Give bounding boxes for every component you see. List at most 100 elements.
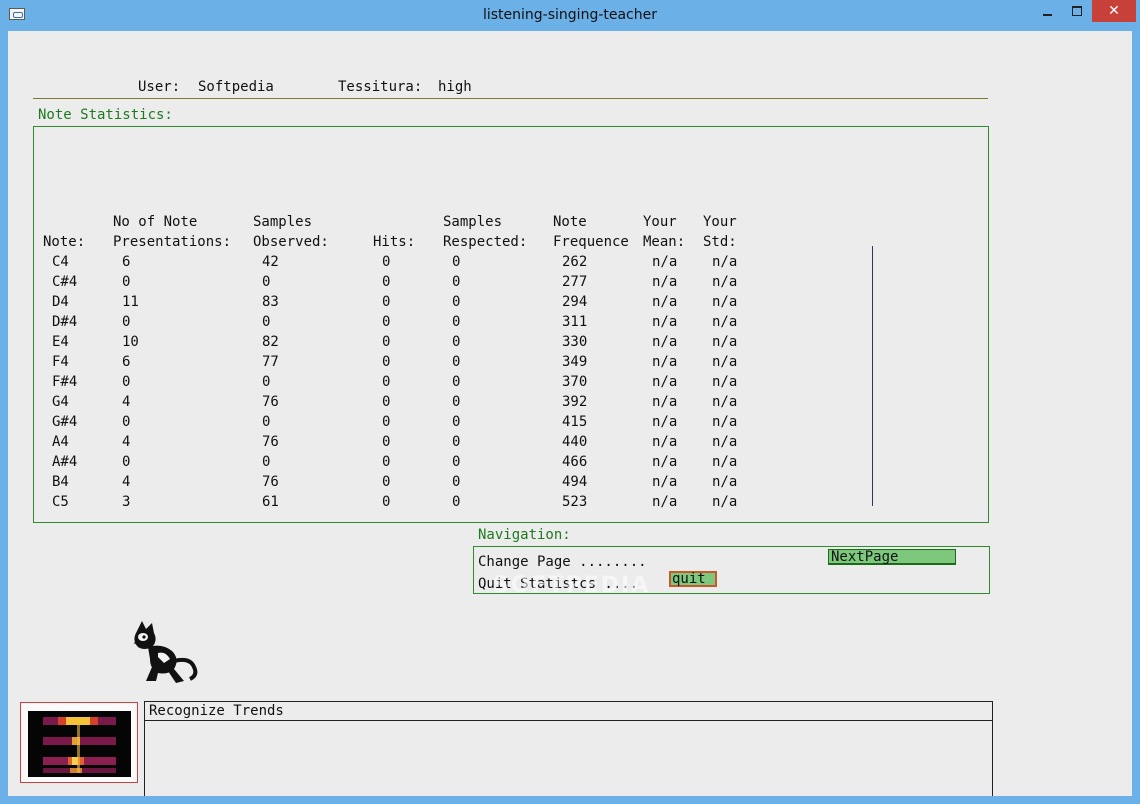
row-11-respected-cell: 0 (452, 474, 461, 490)
row-6-hits-cell: 0 (382, 374, 391, 390)
row-6-presentations-cell: 0 (122, 374, 131, 390)
row-9-mean-cell: n/a (652, 434, 678, 450)
row-0-std-cell: n/a (712, 254, 738, 270)
row-8-frequence-cell: 415 (562, 414, 588, 430)
row-6-note-cell: F#4 (52, 374, 78, 390)
row-6-mean-cell: n/a (652, 374, 678, 390)
watermark: SOFTPEDIA (493, 573, 651, 598)
row-12-presentations-cell: 3 (122, 494, 131, 510)
note-statistics-panel (33, 126, 989, 523)
row-2-respected-cell: 0 (452, 294, 461, 310)
row-9-std-cell: n/a (712, 434, 738, 450)
row-4-frequence-cell: 330 (562, 334, 588, 350)
row-9-hits-cell: 0 (382, 434, 391, 450)
quit-button[interactable]: quit (669, 571, 717, 587)
row-0-mean-cell: n/a (652, 254, 678, 270)
row-6-frequence-cell: 370 (562, 374, 588, 390)
header-top-std: Your (703, 214, 737, 230)
row-2-note-cell: D4 (52, 294, 69, 310)
row-5-respected-cell: 0 (452, 354, 461, 370)
recognize-trends-title: Recognize Trends (149, 703, 284, 719)
row-3-respected-cell: 0 (452, 314, 461, 330)
row-5-mean-cell: n/a (652, 354, 678, 370)
user-value: Softpedia (198, 79, 274, 95)
row-2-observed-cell: 83 (262, 294, 279, 310)
tessitura-label: Tessitura: (338, 79, 423, 95)
row-2-presentations-cell: 11 (122, 294, 139, 310)
header-presentations: Presentations: (113, 234, 232, 250)
tessitura-value: high (438, 79, 472, 95)
row-3-note-cell: D#4 (52, 314, 78, 330)
row-0-hits-cell: 0 (382, 254, 391, 270)
row-8-mean-cell: n/a (652, 414, 678, 430)
header-divider (33, 98, 988, 99)
row-10-observed-cell: 0 (262, 454, 271, 470)
navigation-title: Navigation: (478, 527, 571, 543)
row-10-presentations-cell: 0 (122, 454, 131, 470)
maximize-button[interactable] (1062, 0, 1092, 22)
row-0-respected-cell: 0 (452, 254, 461, 270)
row-7-mean-cell: n/a (652, 394, 678, 410)
row-11-hits-cell: 0 (382, 474, 391, 490)
row-1-note-cell: C#4 (52, 274, 78, 290)
row-11-observed-cell: 76 (262, 474, 279, 490)
row-5-note-cell: F4 (52, 354, 69, 370)
row-7-std-cell: n/a (712, 394, 738, 410)
row-3-observed-cell: 0 (262, 314, 271, 330)
window-title: listening-singing-teacher (482, 7, 657, 23)
recognize-trends-panel: Recognize Trends (144, 701, 994, 796)
header-top-respected: Samples (443, 214, 503, 230)
title-bar[interactable]: listening-singing-teacher ✕ (0, 0, 1140, 31)
row-6-std-cell: n/a (712, 374, 738, 390)
row-5-std-cell: n/a (712, 354, 738, 370)
row-1-frequence-cell: 277 (562, 274, 588, 290)
row-7-observed-cell: 76 (262, 394, 279, 410)
row-1-std-cell: n/a (712, 274, 738, 290)
row-11-note-cell: B4 (52, 474, 69, 490)
row-12-respected-cell: 0 (452, 494, 461, 510)
row-0-note-cell: C4 (52, 254, 69, 270)
trend-thumbnail[interactable] (20, 702, 138, 783)
row-11-mean-cell: n/a (652, 474, 678, 490)
row-12-note-cell: C5 (52, 494, 69, 510)
row-7-note-cell: G4 (52, 394, 69, 410)
row-3-presentations-cell: 0 (122, 314, 131, 330)
row-0-observed-cell: 42 (262, 254, 279, 270)
header-top-mean: Your (643, 214, 677, 230)
client-area: User: Softpedia Tessitura: high Note Sta… (8, 31, 1132, 796)
row-4-observed-cell: 82 (262, 334, 279, 350)
next-page-button[interactable]: NextPage (828, 549, 956, 565)
row-12-hits-cell: 0 (382, 494, 391, 510)
header-observed: Observed: (253, 234, 329, 250)
row-10-respected-cell: 0 (452, 454, 461, 470)
row-1-respected-cell: 0 (452, 274, 461, 290)
row-4-mean-cell: n/a (652, 334, 678, 350)
user-label: User: (138, 79, 181, 95)
minimize-button[interactable] (1032, 0, 1062, 22)
row-9-note-cell: A4 (52, 434, 69, 450)
row-4-presentations-cell: 10 (122, 334, 139, 350)
row-8-note-cell: G#4 (52, 414, 78, 430)
header-mean: Mean: (643, 234, 686, 250)
row-4-respected-cell: 0 (452, 334, 461, 350)
row-10-mean-cell: n/a (652, 454, 678, 470)
row-8-std-cell: n/a (712, 414, 738, 430)
close-button[interactable]: ✕ (1092, 0, 1136, 22)
row-12-std-cell: n/a (712, 494, 738, 510)
row-9-frequence-cell: 440 (562, 434, 588, 450)
header-frequence: Frequence (553, 234, 629, 250)
row-2-mean-cell: n/a (652, 294, 678, 310)
row-3-std-cell: n/a (712, 314, 738, 330)
row-5-presentations-cell: 6 (122, 354, 131, 370)
row-5-frequence-cell: 349 (562, 354, 588, 370)
row-7-presentations-cell: 4 (122, 394, 131, 410)
spectrogram-image (28, 711, 131, 777)
row-7-respected-cell: 0 (452, 394, 461, 410)
change-page-label: Change Page ........ (478, 554, 647, 570)
header-std: Std: (703, 234, 737, 250)
row-11-frequence-cell: 494 (562, 474, 588, 490)
header-top-presentations: No of Note (113, 214, 198, 230)
row-10-std-cell: n/a (712, 454, 738, 470)
recognize-trends-body (144, 721, 993, 796)
row-12-frequence-cell: 523 (562, 494, 588, 510)
